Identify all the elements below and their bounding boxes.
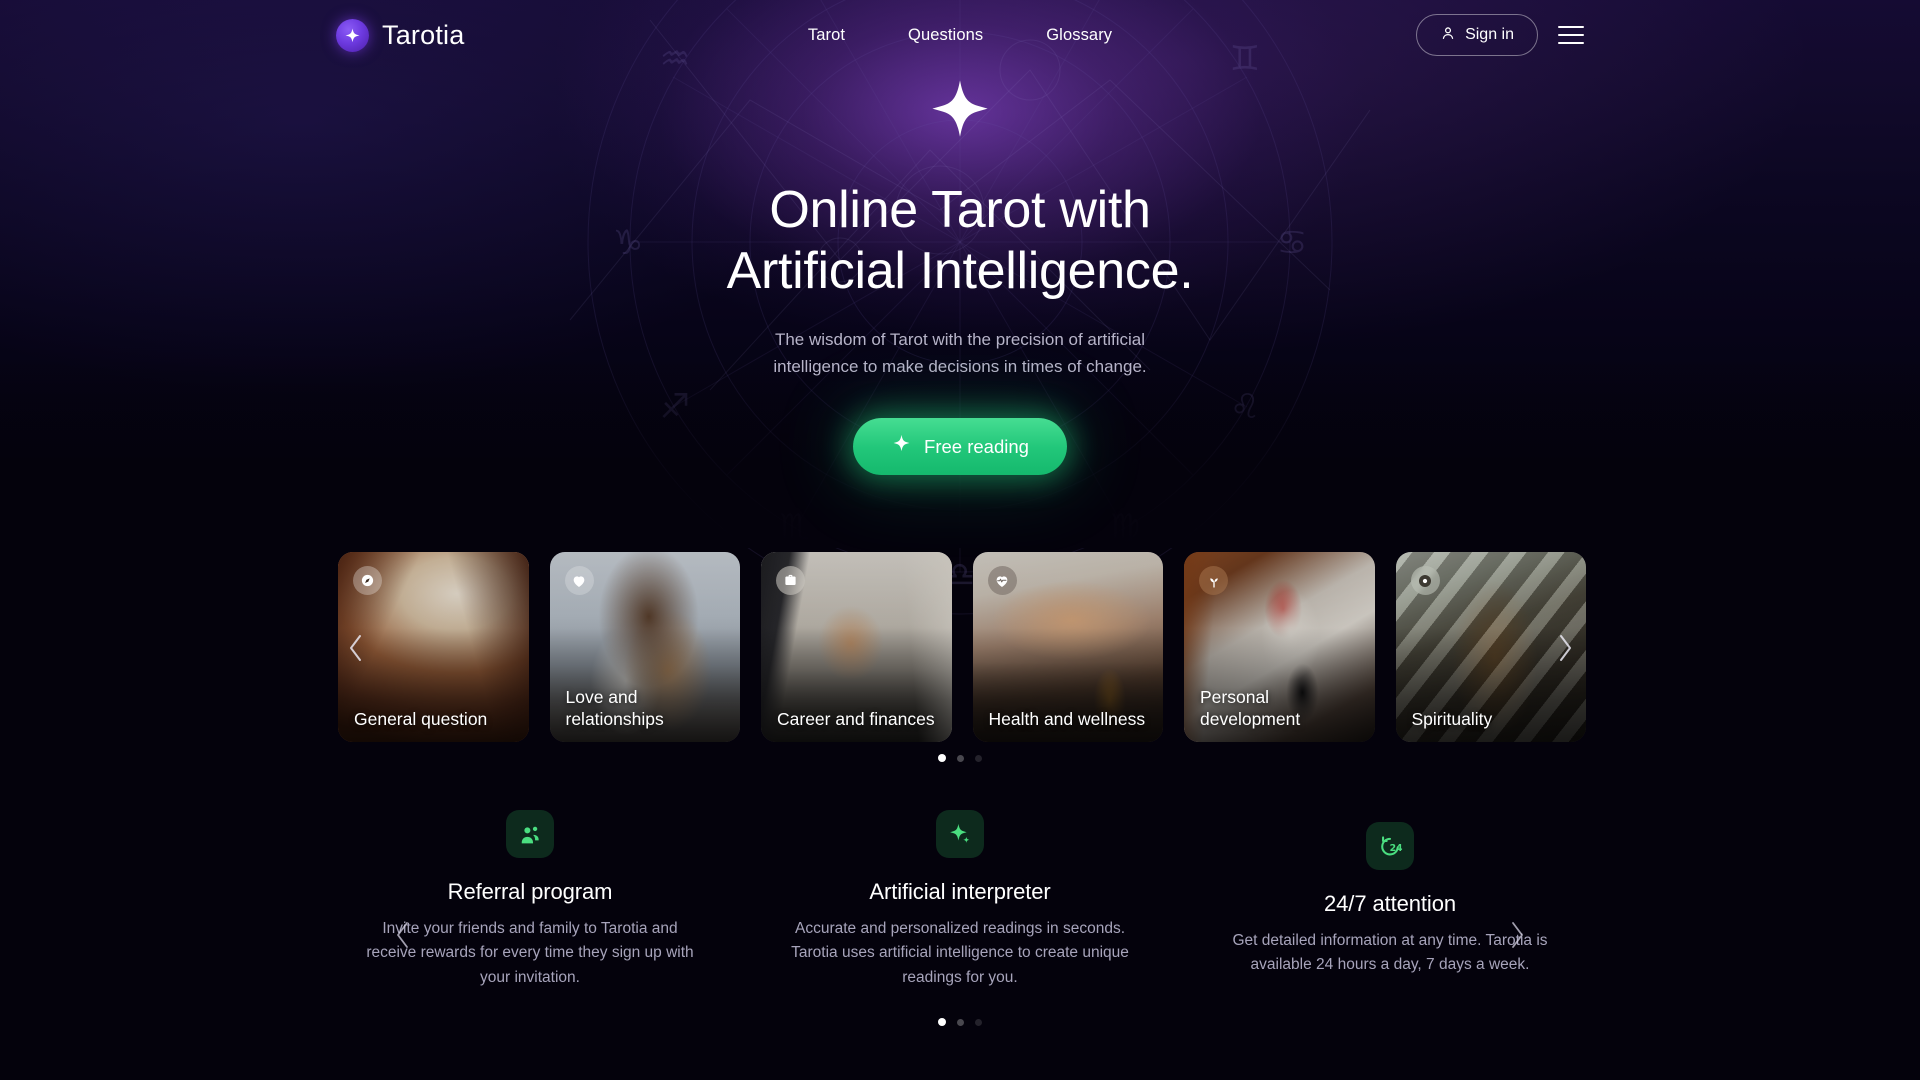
carousel-dot[interactable] xyxy=(938,754,946,762)
sign-in-button[interactable]: Sign in xyxy=(1416,14,1538,56)
compass-icon xyxy=(353,566,382,595)
category-card-career-and-finances[interactable]: Career and finances xyxy=(761,552,952,742)
hero-section: Online Tarot with Artificial Intelligenc… xyxy=(0,0,1920,476)
feature-referral-program: Referral program Invite your friends and… xyxy=(315,810,745,1040)
carousel-dot[interactable] xyxy=(975,1018,982,1026)
category-carousel: General question Love and relationships … xyxy=(338,552,1586,742)
sign-in-label: Sign in xyxy=(1465,26,1514,43)
hero-title-line-1: Online Tarot with xyxy=(769,181,1151,239)
site-header: Tarotia Tarot Questions Glossary Sign in xyxy=(0,0,1920,70)
features-carousel: Referral program Invite your friends and… xyxy=(0,810,1920,1040)
hamburger-menu-icon[interactable] xyxy=(1558,26,1584,44)
circle-dot-icon xyxy=(1410,566,1440,595)
nav-link-questions[interactable]: Questions xyxy=(908,26,983,45)
svg-text:♍: ♍ xyxy=(1110,507,1140,547)
category-label: General question xyxy=(354,708,488,729)
features-carousel-dots xyxy=(938,1018,982,1026)
category-card-love-and-relationships[interactable]: Love and relationships xyxy=(549,552,740,742)
hero-subtitle: The wisdom of Tarot with the precision o… xyxy=(773,329,1147,376)
svg-text:24: 24 xyxy=(1390,843,1403,854)
heart-icon xyxy=(564,566,594,595)
category-label: Love and relationships xyxy=(565,687,664,729)
chevron-left-icon xyxy=(349,635,361,661)
nav-link-tarot[interactable]: Tarot xyxy=(808,26,845,45)
feature-title: Artificial interpreter xyxy=(869,879,1051,904)
logo-text: Tarotia xyxy=(382,19,465,50)
features-prev-button[interactable] xyxy=(386,912,420,958)
header-actions: Sign in xyxy=(1416,14,1584,56)
free-reading-label: Free reading xyxy=(924,435,1029,457)
feature-24-7-attention: 24 24/7 attention Get detailed informati… xyxy=(1175,810,1605,1040)
landing-page: ♈♉♊ ♋♌♍ ♎♏♐ ♑♒♓ Tarotia T xyxy=(0,0,1920,1080)
category-carousel-dots xyxy=(938,754,982,762)
sparkle-icon xyxy=(336,18,369,52)
page-title: Online Tarot with Artificial Intelligenc… xyxy=(0,180,1920,302)
category-next-button[interactable] xyxy=(1548,625,1582,671)
heart-pulse-icon xyxy=(987,566,1017,595)
chevron-right-icon xyxy=(1559,635,1571,661)
sparkle-icon xyxy=(936,810,984,858)
carousel-dot[interactable] xyxy=(938,1018,946,1026)
hero-cta-wrapper: Free reading xyxy=(0,418,1920,476)
category-card-personal-development[interactable]: Personal development xyxy=(1184,552,1375,742)
feature-title: Referral program xyxy=(447,879,613,904)
clock-24-icon: 24 xyxy=(1366,822,1414,870)
briefcase-icon xyxy=(776,566,805,595)
category-label: Personal development xyxy=(1200,687,1301,729)
sparkle-icon xyxy=(891,434,912,460)
category-label: Health and wellness xyxy=(988,708,1146,729)
features-next-button[interactable] xyxy=(1500,912,1534,958)
hero-sparkle-icon xyxy=(932,80,988,137)
carousel-dot[interactable] xyxy=(957,754,964,762)
user-icon xyxy=(1440,25,1456,46)
category-prev-button[interactable] xyxy=(338,625,372,671)
free-reading-button[interactable]: Free reading xyxy=(853,418,1067,476)
feature-description: Accurate and personalized readings in se… xyxy=(791,920,1129,986)
category-label: Career and finances xyxy=(777,708,935,729)
category-label: Spirituality xyxy=(1411,708,1493,729)
feature-artificial-interpreter: Artificial interpreter Accurate and pers… xyxy=(745,810,1175,1040)
sprout-icon xyxy=(1199,566,1228,595)
primary-navigation: Tarot Questions Glossary xyxy=(808,26,1112,45)
hero-title-line-2: Artificial Intelligence. xyxy=(726,241,1194,300)
chevron-right-icon xyxy=(1512,922,1523,948)
category-card-health-and-wellness[interactable]: Health and wellness xyxy=(972,552,1163,742)
people-group-icon xyxy=(506,810,554,858)
logo[interactable]: Tarotia xyxy=(336,18,465,52)
feature-title: 24/7 attention xyxy=(1324,891,1456,916)
chevron-left-icon xyxy=(397,922,408,948)
carousel-dot[interactable] xyxy=(975,754,982,762)
carousel-dot[interactable] xyxy=(957,1018,964,1026)
svg-text:♏: ♏ xyxy=(780,507,810,547)
nav-link-glossary[interactable]: Glossary xyxy=(1046,26,1112,45)
